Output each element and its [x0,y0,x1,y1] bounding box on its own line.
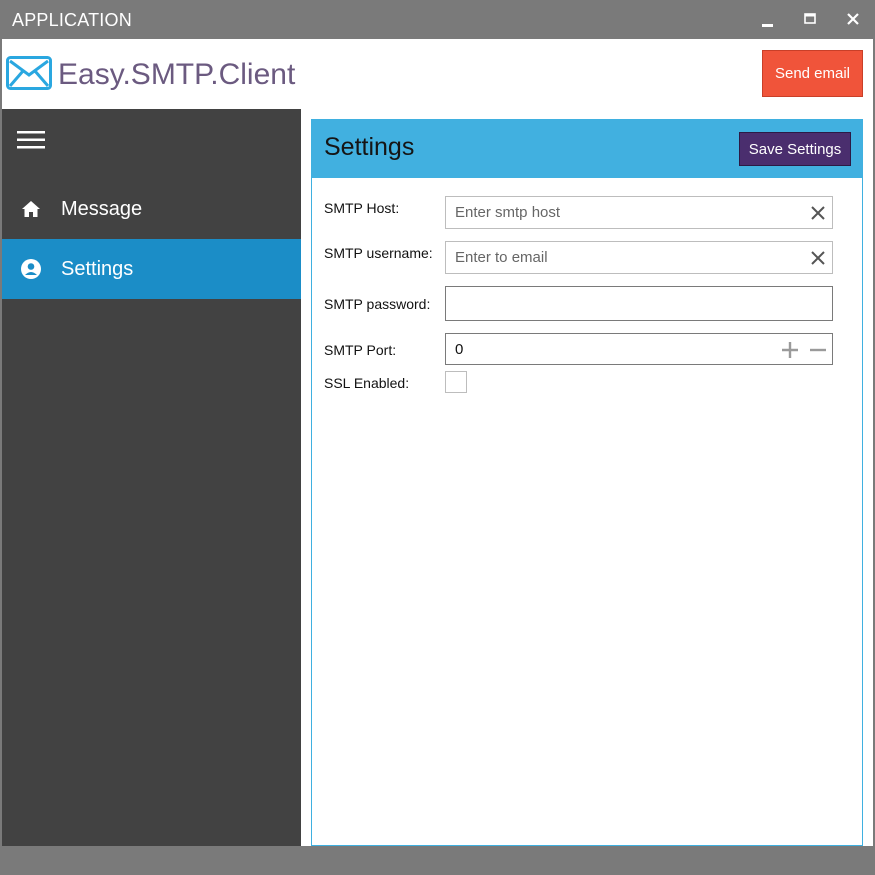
plus-icon[interactable] [781,341,799,359]
smtp-port-stepper[interactable]: 0 [445,333,833,365]
app-title: Easy.SMTP.Client [58,58,296,91]
sidebar-item-label: Settings [61,258,134,280]
sidebar: Message Settings [2,109,301,846]
sidebar-item-settings[interactable]: Settings [2,239,301,299]
minimize-icon[interactable] [756,9,778,31]
account-circle-icon [20,258,42,280]
minus-icon[interactable] [809,341,827,359]
clear-icon[interactable] [810,205,826,221]
app-header: Easy.SMTP.Client Send email [2,39,873,109]
sidebar-item-label: Message [61,198,143,220]
home-icon [20,198,42,220]
smtp-host-placeholder: Enter smtp host [455,204,561,221]
clear-icon[interactable] [810,250,826,266]
window-titlebar: APPLICATION [0,0,875,39]
smtp-port-label: SMTP Port: [324,342,397,358]
smtp-password-label: SMTP password: [324,296,431,312]
settings-header: Settings Save Settings [312,120,862,178]
smtp-username-input[interactable]: Enter to email [445,241,833,274]
sidebar-item-message[interactable]: Message [2,179,301,239]
smtp-host-input[interactable]: Enter smtp host [445,196,833,229]
smtp-username-placeholder: Enter to email [455,249,548,266]
smtp-username-label: SMTP username: [324,245,433,261]
hamburger-icon[interactable] [17,129,47,151]
settings-panel: Settings Save Settings SMTP Host: Enter … [311,119,863,846]
smtp-host-label: SMTP Host: [324,200,400,216]
window-title: APPLICATION [12,10,132,30]
page-title: Settings [324,133,415,161]
maximize-icon[interactable] [799,9,821,31]
smtp-password-input[interactable] [445,286,833,321]
ssl-enabled-checkbox[interactable] [445,371,467,393]
smtp-port-value: 0 [455,340,464,358]
save-settings-button[interactable]: Save Settings [739,132,851,166]
envelope-icon [6,56,52,95]
send-email-button[interactable]: Send email [762,50,863,97]
main-window: Easy.SMTP.Client Send email Message Sett… [2,39,873,846]
close-icon[interactable] [842,9,864,31]
ssl-enabled-label: SSL Enabled: [324,375,410,391]
